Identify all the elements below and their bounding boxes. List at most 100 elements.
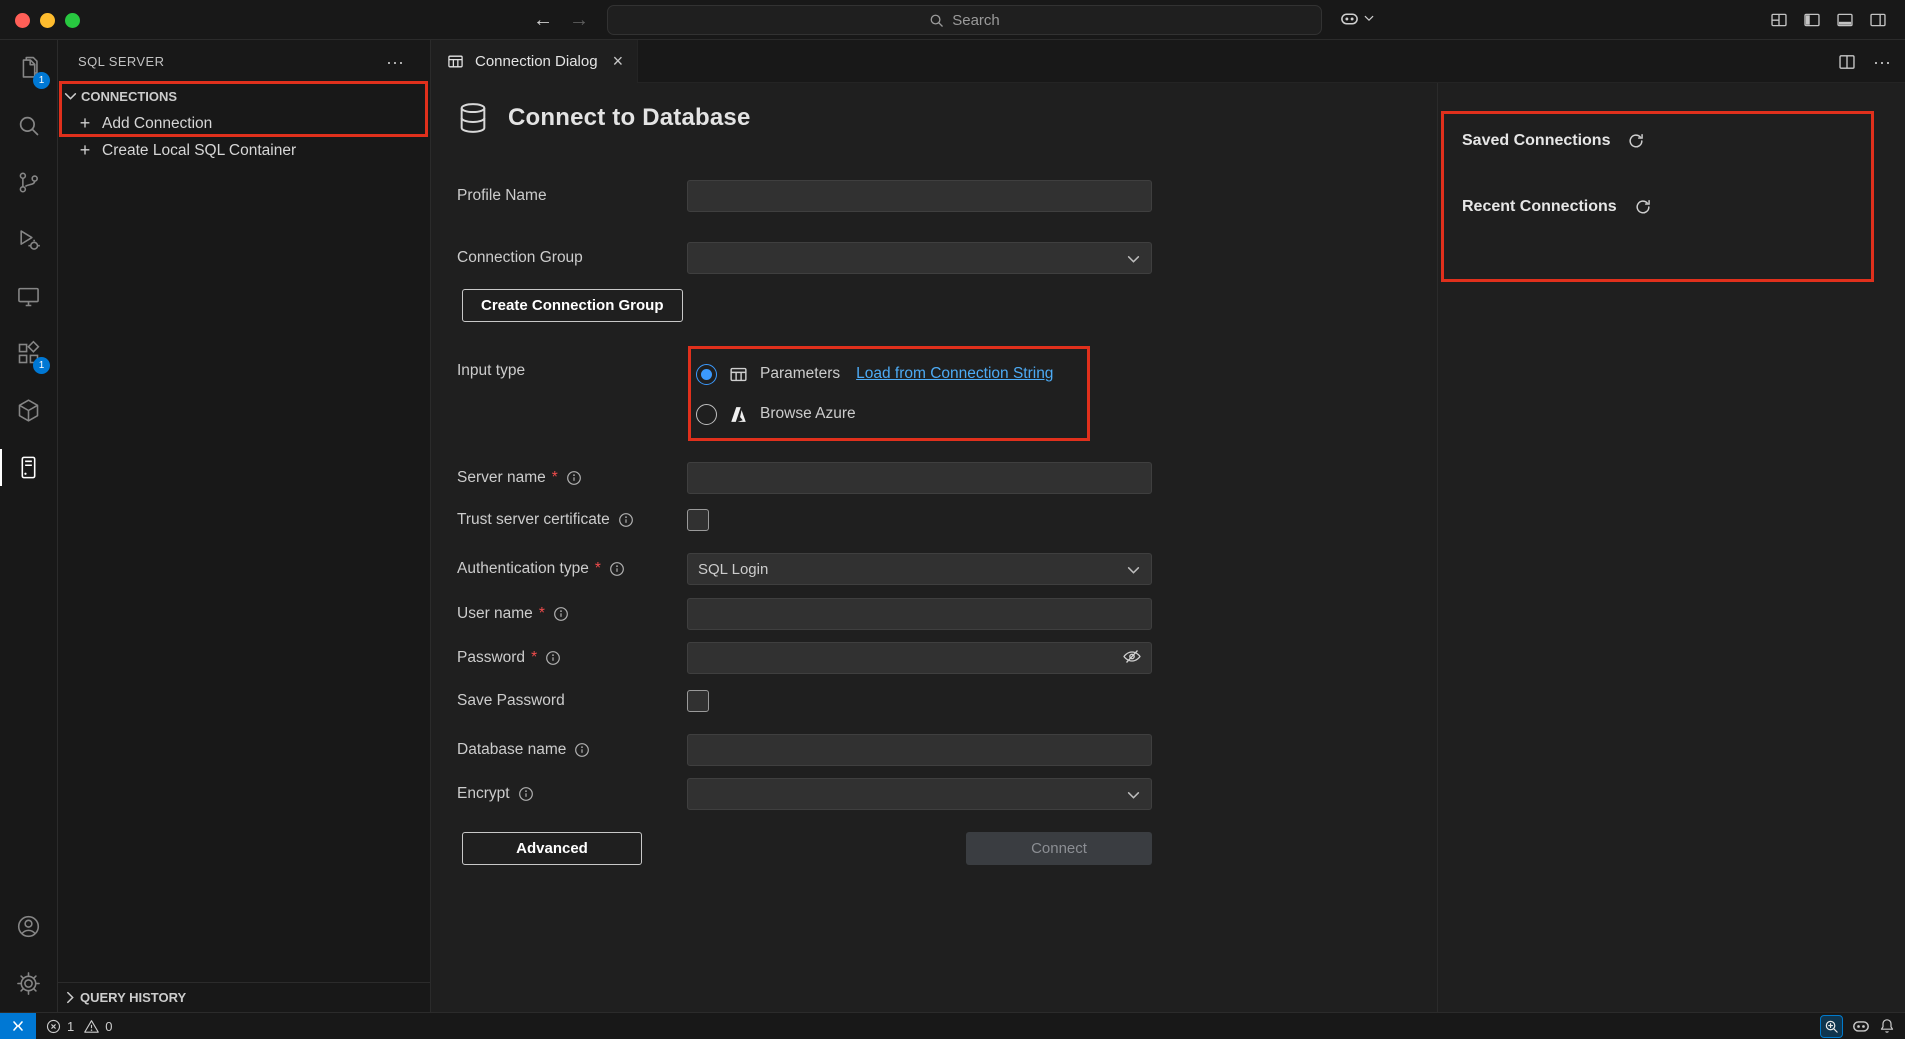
window-controls: [15, 13, 80, 28]
info-icon[interactable]: [574, 742, 590, 758]
sidebar-item-containers[interactable]: [0, 382, 57, 439]
save-password-label: Save Password: [457, 692, 565, 710]
remote-indicator[interactable]: [0, 1013, 36, 1039]
run-debug-icon: [15, 226, 42, 253]
browse-azure-radio[interactable]: [696, 404, 717, 425]
app-window: ← → Search: [0, 0, 1905, 1039]
tab-label: Connection Dialog: [475, 53, 598, 70]
sidebar-header: SQL SERVER ···: [58, 40, 430, 83]
encrypt-row: Encrypt: [431, 778, 1437, 810]
close-tab-icon[interactable]: ×: [613, 51, 624, 72]
load-from-connection-string-link[interactable]: Load from Connection String: [856, 365, 1053, 383]
user-name-input[interactable]: [687, 598, 1152, 630]
query-history-section-header[interactable]: QUERY HISTORY: [58, 982, 430, 1012]
chevron-right-icon: [66, 991, 75, 1004]
toggle-secondary-sidebar-icon[interactable]: [1869, 11, 1887, 29]
accounts-button[interactable]: [0, 898, 57, 955]
copilot-menu-button[interactable]: [1340, 9, 1374, 28]
history-navigation: ← →: [533, 0, 589, 40]
save-password-checkbox[interactable]: [687, 690, 709, 712]
input-type-parameters-option: Parameters Load from Connection String: [696, 360, 1053, 388]
create-local-sql-container-item[interactable]: + Create Local SQL Container: [58, 137, 430, 164]
user-name-label: User name: [457, 605, 533, 623]
dialog-buttons-row: Advanced Connect: [431, 832, 1437, 865]
database-icon: [447, 53, 464, 70]
zoom-icon[interactable]: [1820, 1015, 1843, 1038]
split-editor-icon[interactable]: [1838, 53, 1856, 71]
trust-server-certificate-checkbox[interactable]: [687, 509, 709, 531]
database-name-input[interactable]: [687, 734, 1152, 766]
encrypt-select[interactable]: [687, 778, 1152, 810]
info-icon[interactable]: [518, 786, 534, 802]
sidebar-item-explorer[interactable]: 1: [0, 40, 57, 97]
encrypt-label: Encrypt: [457, 785, 510, 803]
info-icon[interactable]: [609, 561, 625, 577]
info-icon[interactable]: [545, 650, 561, 666]
server-name-row: Server name *: [431, 462, 1437, 494]
customize-layout-icon[interactable]: [1770, 11, 1788, 29]
sidebar-item-sql-server[interactable]: [0, 439, 57, 496]
table-icon: [729, 365, 748, 384]
authentication-type-select[interactable]: SQL Login: [687, 553, 1152, 585]
problems-status[interactable]: 1 0: [46, 1019, 116, 1034]
sidebar: SQL SERVER ··· CONNECTIONS + Add Connect…: [58, 40, 431, 1012]
toggle-primary-sidebar-icon[interactable]: [1803, 11, 1821, 29]
required-marker: *: [595, 560, 601, 578]
info-icon[interactable]: [566, 470, 582, 486]
sidebar-item-run-debug[interactable]: [0, 211, 57, 268]
save-password-row: Save Password: [431, 685, 1437, 717]
sidebar-item-extensions[interactable]: 1: [0, 325, 57, 382]
package-icon: [15, 397, 42, 424]
status-bar-right: [1820, 1015, 1905, 1038]
advanced-button[interactable]: Advanced: [462, 832, 642, 865]
password-input[interactable]: [687, 642, 1152, 674]
trust-server-certificate-row: Trust server certificate: [431, 504, 1437, 536]
connection-group-label: Connection Group: [457, 249, 583, 267]
minimize-window-button[interactable]: [40, 13, 55, 28]
server-name-input[interactable]: [687, 462, 1152, 494]
sidebar-item-search[interactable]: [0, 97, 57, 154]
eye-off-icon[interactable]: [1122, 648, 1142, 665]
plus-icon: +: [76, 140, 94, 161]
maximize-window-button[interactable]: [65, 13, 80, 28]
required-marker: *: [539, 605, 545, 623]
create-connection-group-button[interactable]: Create Connection Group: [462, 289, 683, 322]
connection-group-select[interactable]: [687, 242, 1152, 274]
sidebar-item-source-control[interactable]: [0, 154, 57, 211]
user-name-row: User name *: [431, 598, 1437, 630]
toggle-panel-icon[interactable]: [1836, 11, 1854, 29]
editor-more-actions-button[interactable]: ···: [1873, 57, 1891, 67]
settings-button[interactable]: [0, 955, 57, 1012]
chevron-down-icon: [1127, 566, 1140, 575]
add-connection-item[interactable]: + Add Connection: [58, 110, 430, 137]
account-icon: [15, 913, 42, 940]
query-history-label: QUERY HISTORY: [80, 990, 186, 1005]
info-icon[interactable]: [618, 512, 634, 528]
profile-name-input[interactable]: [687, 180, 1152, 212]
close-window-button[interactable]: [15, 13, 30, 28]
info-icon[interactable]: [553, 606, 569, 622]
page-title: Connect to Database: [508, 104, 751, 132]
back-icon[interactable]: ←: [533, 9, 553, 32]
tab-connection-dialog[interactable]: Connection Dialog ×: [431, 40, 638, 83]
command-center-search[interactable]: Search: [607, 5, 1322, 35]
browse-azure-label: Browse Azure: [760, 405, 856, 423]
error-icon: [46, 1019, 61, 1034]
warning-count: 0: [105, 1019, 112, 1034]
search-placeholder: Search: [952, 12, 1000, 29]
refresh-icon[interactable]: [1634, 198, 1652, 216]
connections-section-header[interactable]: CONNECTIONS: [58, 83, 430, 110]
parameters-radio[interactable]: [696, 364, 717, 385]
azure-icon: [729, 405, 748, 424]
connection-dialog: Connect to Database Profile Name Connect…: [431, 83, 1905, 1012]
connect-button[interactable]: Connect: [966, 832, 1152, 865]
bell-icon[interactable]: [1879, 1018, 1895, 1034]
sidebar-item-remote-explorer[interactable]: [0, 268, 57, 325]
extensions-badge: 1: [33, 357, 50, 374]
editor-actions: ···: [1838, 40, 1891, 83]
source-control-icon: [15, 169, 42, 196]
copilot-icon[interactable]: [1852, 1017, 1870, 1035]
refresh-icon[interactable]: [1627, 132, 1645, 150]
sidebar-more-actions-button[interactable]: ···: [386, 57, 404, 67]
forward-icon[interactable]: →: [569, 9, 589, 32]
